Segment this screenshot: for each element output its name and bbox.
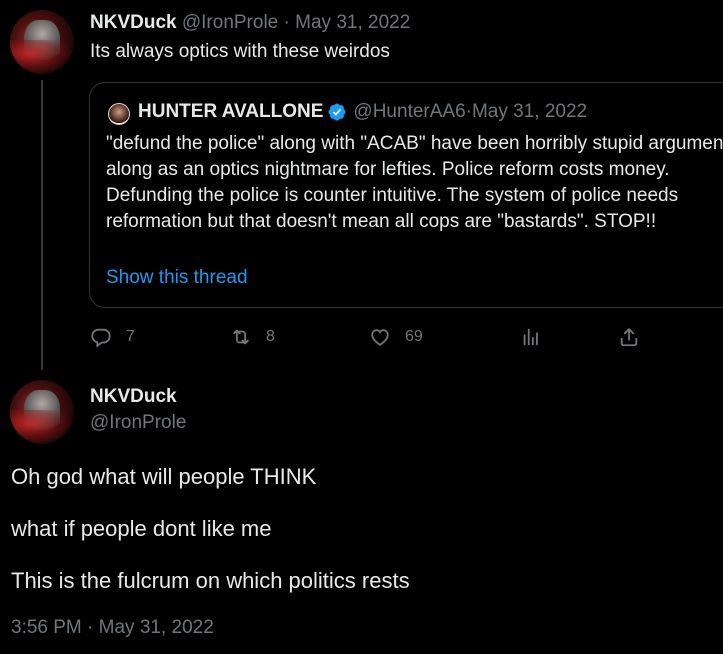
tweet-text-paragraph: This is the fulcrum on which politics re… [11, 568, 410, 593]
retweet-count: 8 [266, 328, 275, 345]
quoted-tweet-date[interactable]: May 31, 2022 [472, 101, 587, 123]
author-name[interactable]: NKVDuck [90, 386, 177, 408]
reply-icon [91, 328, 111, 348]
author-name[interactable]: NKVDuck [90, 12, 177, 33]
avatar[interactable] [10, 380, 74, 444]
retweet-button[interactable]: 8 [230, 322, 275, 352]
tweet-text-paragraph: what if people dont like me [11, 516, 272, 541]
avatar-splash [10, 40, 74, 74]
avatar-splash [10, 410, 74, 444]
quoted-tweet-card[interactable]: HUNTER AVALLONE @HunterAA6 · May 31, 202… [89, 82, 723, 308]
thread-connector-line [41, 80, 43, 370]
tweet-header: NKVDuck @IronProle · May 31, 2022 [90, 12, 410, 34]
heart-icon [371, 329, 389, 346]
quoted-avatar[interactable] [108, 103, 130, 125]
show-thread-link[interactable]: Show this thread [106, 267, 248, 289]
separator-dot: · [278, 12, 296, 33]
quoted-tweet-header: HUNTER AVALLONE @HunterAA6 · May 31, 202… [138, 101, 587, 123]
reply-button[interactable]: 7 [90, 322, 135, 352]
quoted-author-handle[interactable]: @HunterAA6 [353, 101, 465, 123]
like-count: 69 [405, 328, 423, 345]
author-handle[interactable]: @IronProle [182, 12, 278, 33]
share-button[interactable] [618, 322, 654, 352]
author-handle[interactable]: @IronProle [90, 412, 186, 434]
analytics-button[interactable] [520, 322, 556, 352]
avatar[interactable] [10, 10, 74, 74]
tweet-text: Its always optics with these weirdos [90, 41, 390, 62]
analytics-icon [523, 328, 538, 346]
tweet-timestamp[interactable]: 3:56 PM · May 31, 2022 [11, 617, 214, 639]
quoted-author-name[interactable]: HUNTER AVALLONE [138, 101, 323, 123]
like-button[interactable]: 69 [369, 322, 423, 352]
share-icon [620, 328, 638, 347]
tweet-date[interactable]: May 31, 2022 [295, 12, 410, 33]
reply-count: 7 [126, 328, 135, 345]
tweet-action-bar: 7 8 69 [90, 322, 650, 352]
retweet-icon [233, 329, 249, 345]
verified-badge-icon [328, 103, 346, 121]
tweet-text-paragraph: Oh god what will people THINK [11, 464, 317, 489]
quoted-tweet-text: "defund the police" along with "ACAB" ha… [106, 133, 723, 232]
